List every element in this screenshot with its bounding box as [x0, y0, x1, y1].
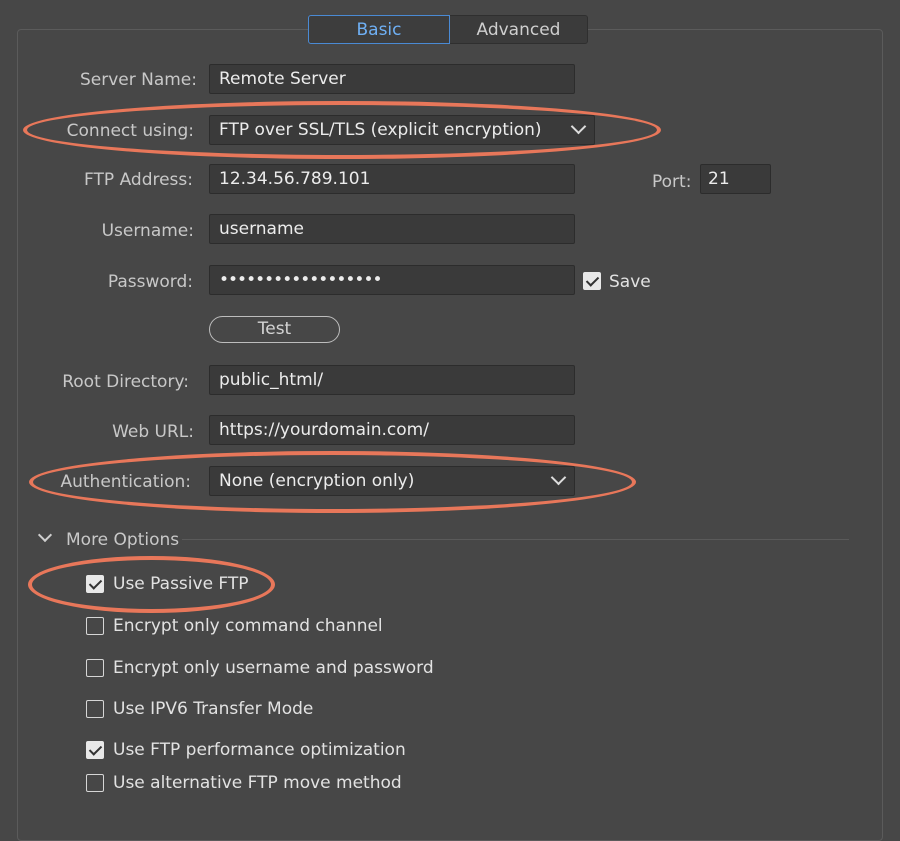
authentication-dropdown[interactable]: None (encryption only)	[209, 466, 575, 496]
server-name-field[interactable]: Remote Server	[209, 64, 575, 94]
chevron-down-icon	[550, 469, 567, 486]
ftp-address-label: FTP Address:	[84, 170, 193, 190]
section-divider	[182, 539, 849, 540]
username-field[interactable]: username	[209, 214, 575, 244]
tab-advanced[interactable]: Advanced	[450, 15, 588, 44]
root-directory-label: Root Directory:	[62, 372, 189, 392]
connect-using-value: FTP over SSL/TLS (explicit encryption)	[219, 120, 542, 140]
tab-bar: Basic Advanced	[308, 15, 588, 44]
root-directory-field[interactable]: public_html/	[209, 365, 575, 395]
chevron-down-icon	[570, 118, 587, 135]
port-field[interactable]: 21	[700, 164, 771, 194]
ipv6-checkbox[interactable]	[86, 700, 104, 718]
web-url-label: Web URL:	[112, 422, 194, 442]
save-password-checkbox[interactable]	[583, 272, 601, 290]
ftp-address-field[interactable]: 12.34.56.789.101	[209, 164, 575, 194]
password-field[interactable]: ••••••••••••••••••	[209, 265, 575, 295]
server-name-label: Server Name:	[79, 70, 197, 90]
authentication-value: None (encryption only)	[219, 471, 415, 491]
authentication-label: Authentication:	[60, 472, 191, 492]
alternative-move-label: Use alternative FTP move method	[113, 773, 402, 793]
username-label: Username:	[101, 221, 194, 241]
tab-basic[interactable]: Basic	[308, 15, 450, 44]
connect-using-dropdown[interactable]: FTP over SSL/TLS (explicit encryption)	[209, 115, 595, 145]
web-url-field[interactable]: https://yourdomain.com/	[209, 415, 575, 445]
encrypt-command-label: Encrypt only command channel	[113, 616, 383, 636]
test-button[interactable]: Test	[209, 316, 340, 343]
performance-optimization-label: Use FTP performance optimization	[113, 740, 406, 760]
encrypt-command-checkbox[interactable]	[86, 617, 104, 635]
passive-ftp-checkbox[interactable]	[86, 575, 104, 593]
password-label: Password:	[107, 272, 193, 292]
more-options-title[interactable]: More Options	[66, 530, 179, 550]
save-password-label: Save	[609, 272, 651, 292]
port-label: Port:	[652, 172, 692, 192]
ipv6-label: Use IPV6 Transfer Mode	[113, 699, 314, 719]
alternative-move-checkbox[interactable]	[86, 774, 104, 792]
encrypt-credentials-checkbox[interactable]	[86, 659, 104, 677]
encrypt-credentials-label: Encrypt only username and password	[113, 658, 434, 678]
performance-optimization-checkbox[interactable]	[86, 741, 104, 759]
passive-ftp-label: Use Passive FTP	[113, 574, 249, 594]
connect-using-label: Connect using:	[66, 121, 194, 141]
